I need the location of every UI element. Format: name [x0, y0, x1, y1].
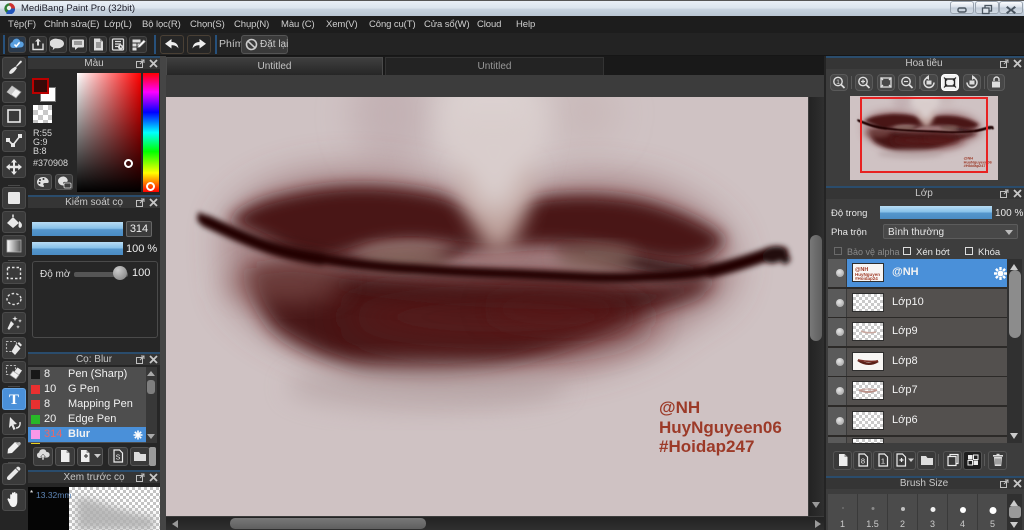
- svg-text:1: 1: [836, 79, 840, 86]
- svg-text:#Hoidap24: #Hoidap24: [855, 276, 878, 281]
- svg-text:8: 8: [860, 457, 864, 466]
- svg-text:1: 1: [880, 457, 884, 466]
- svg-text:T: T: [9, 392, 19, 408]
- svg-text:S: S: [116, 455, 121, 462]
